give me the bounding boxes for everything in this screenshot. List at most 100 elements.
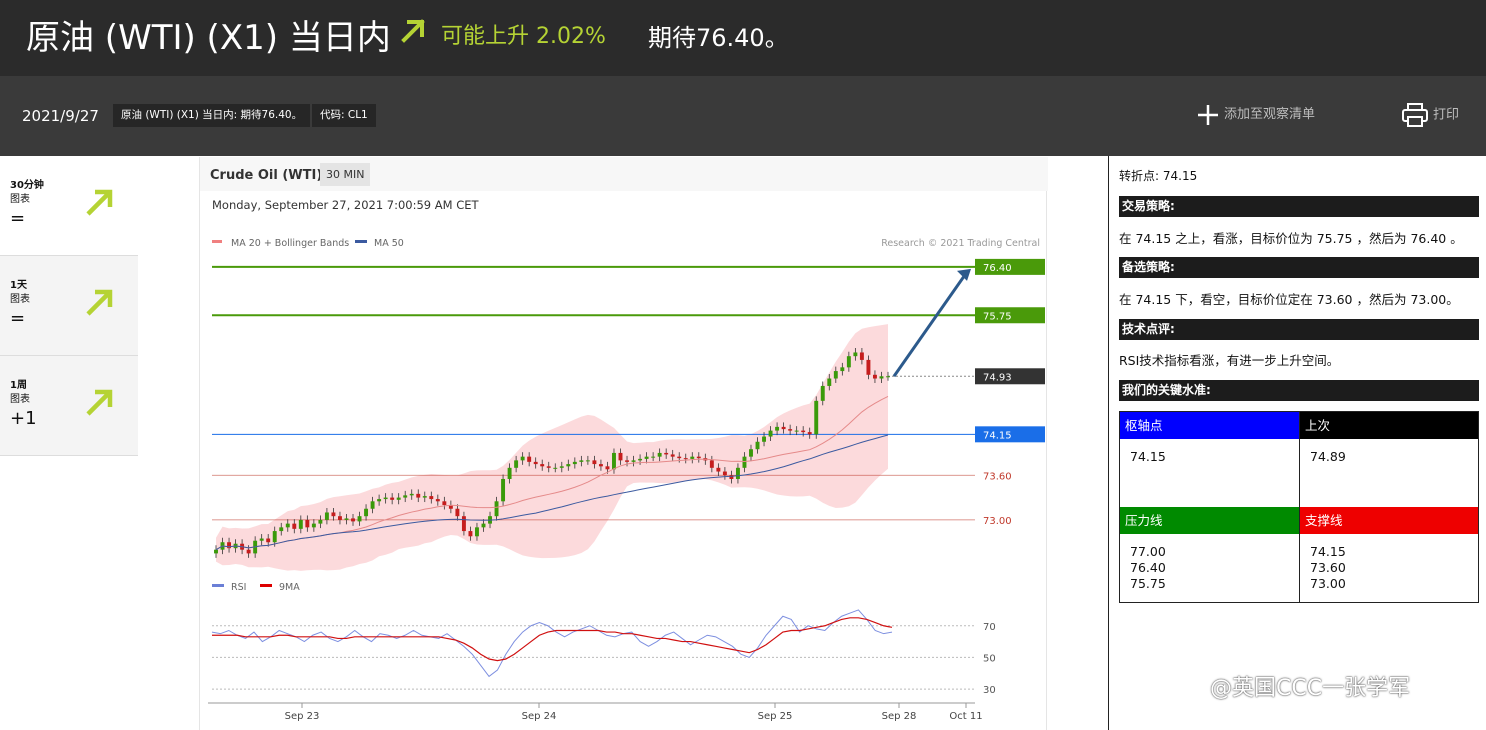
candle <box>749 449 753 457</box>
target-arrow-head <box>957 268 971 281</box>
candle <box>396 497 401 500</box>
level-label: 73.60 <box>983 471 1012 482</box>
candle <box>801 430 806 433</box>
candle <box>638 458 643 461</box>
candle <box>357 516 362 522</box>
candle <box>768 430 773 437</box>
resistance-value: 76.40 <box>1130 560 1166 575</box>
candle <box>422 496 427 498</box>
x-tick-label: Sep 25 <box>758 711 793 722</box>
candle <box>872 374 877 379</box>
candle <box>664 452 669 455</box>
timeframe-signal: +1 <box>10 408 37 429</box>
candle <box>409 493 414 496</box>
key-levels-heading: 我们的关键水准: <box>1119 380 1479 401</box>
candle <box>311 523 316 528</box>
candle <box>475 527 479 537</box>
candle <box>377 499 382 502</box>
candle <box>298 519 303 529</box>
candle <box>696 456 701 459</box>
candle <box>403 495 408 498</box>
candle <box>592 460 597 465</box>
level-label: 75.75 <box>983 311 1012 322</box>
candle <box>566 464 571 467</box>
candle <box>318 519 323 524</box>
candle <box>468 531 473 537</box>
candle <box>364 508 369 517</box>
candle <box>553 467 558 469</box>
candle <box>383 497 388 500</box>
rsi-tick-label: 50 <box>983 653 996 664</box>
legend-ma20-swatch <box>212 240 222 243</box>
candle <box>559 466 564 468</box>
candle <box>742 456 747 468</box>
candle <box>788 429 793 431</box>
resistance-value: 77.00 <box>1130 544 1166 559</box>
timeframe-label: 1天 <box>10 280 27 291</box>
target-arrow <box>892 274 967 378</box>
candle <box>292 523 297 529</box>
candle <box>527 456 532 462</box>
alt-strategy-heading: 备选策略: <box>1119 257 1479 278</box>
printer-icon <box>1402 103 1428 127</box>
timeframe-1week[interactable]: 1周 图表 +1 <box>0 356 138 456</box>
support-header: 支撑线 <box>1300 507 1478 534</box>
candle <box>820 385 825 401</box>
candle <box>866 359 871 375</box>
level-label: 74.93 <box>983 372 1012 383</box>
legend-ma9: 9MA <box>279 582 300 593</box>
price-chart: MA 20 + Bollinger Bands MA 50 Research ©… <box>208 238 1045 722</box>
support-values: 74.15 73.60 73.00 <box>1300 534 1478 602</box>
support-value: 73.60 <box>1310 560 1346 575</box>
candle <box>833 371 838 379</box>
candle <box>227 542 232 549</box>
arrow-up-right-icon <box>401 19 425 43</box>
candle <box>605 466 610 470</box>
candle <box>886 376 890 378</box>
candle <box>259 538 264 541</box>
candle <box>585 460 590 462</box>
support-value: 73.00 <box>1310 576 1346 591</box>
x-tick-label: Sep 24 <box>522 711 557 722</box>
print-button[interactable]: 打印 <box>1401 102 1459 129</box>
candle <box>337 516 342 520</box>
timeframe-panel: 30分钟 图表 = 1天 图表 = 1周 图表 +1 <box>0 156 138 456</box>
candle <box>324 512 329 520</box>
candle <box>827 378 832 386</box>
level-label: 74.15 <box>983 430 1012 441</box>
legend-rsi: RSI <box>231 582 246 593</box>
candle <box>670 454 675 457</box>
candle <box>435 499 440 502</box>
x-tick-label: Sep 23 <box>285 711 320 722</box>
candle <box>631 460 636 462</box>
rsi-tick-label: 30 <box>983 685 996 696</box>
x-tick-label: Sep 28 <box>882 711 917 722</box>
candle <box>279 527 284 532</box>
timeframe-label: 1周 <box>10 380 27 391</box>
resistance-values: 77.00 76.40 75.75 <box>1120 534 1299 602</box>
candle <box>846 356 851 368</box>
chart-panel: Crude Oil (WTI) 30 MIN Monday, September… <box>199 157 1048 730</box>
timeframe-30min[interactable]: 30分钟 图表 = <box>0 156 138 256</box>
candle <box>755 441 760 450</box>
pivot-header: 枢轴点 <box>1120 412 1299 439</box>
candle <box>814 400 819 435</box>
timeframe-sub: 图表 <box>10 394 30 405</box>
legend-ma9-swatch <box>260 584 272 587</box>
resistance-value: 75.75 <box>1130 576 1166 591</box>
candle <box>285 523 290 528</box>
header-bar: 原油 (WTI) (X1) 当日内 可能上升 2.02% 期待76.40。 <box>0 0 1486 76</box>
candle <box>579 460 584 462</box>
candle <box>546 466 551 468</box>
candle <box>762 436 767 442</box>
bollinger-band <box>216 324 888 571</box>
add-watchlist-button[interactable]: 添加至观察清单 <box>1196 102 1315 128</box>
support-value: 74.15 <box>1310 544 1346 559</box>
trading-strategy-heading: 交易策略: <box>1119 196 1479 217</box>
legend-rsi-swatch <box>212 584 224 587</box>
timeframe-label: 30分钟 <box>10 180 44 191</box>
candle <box>514 460 519 468</box>
timeframe-1day[interactable]: 1天 图表 = <box>0 256 138 356</box>
candle <box>533 461 538 465</box>
candle <box>501 478 506 502</box>
